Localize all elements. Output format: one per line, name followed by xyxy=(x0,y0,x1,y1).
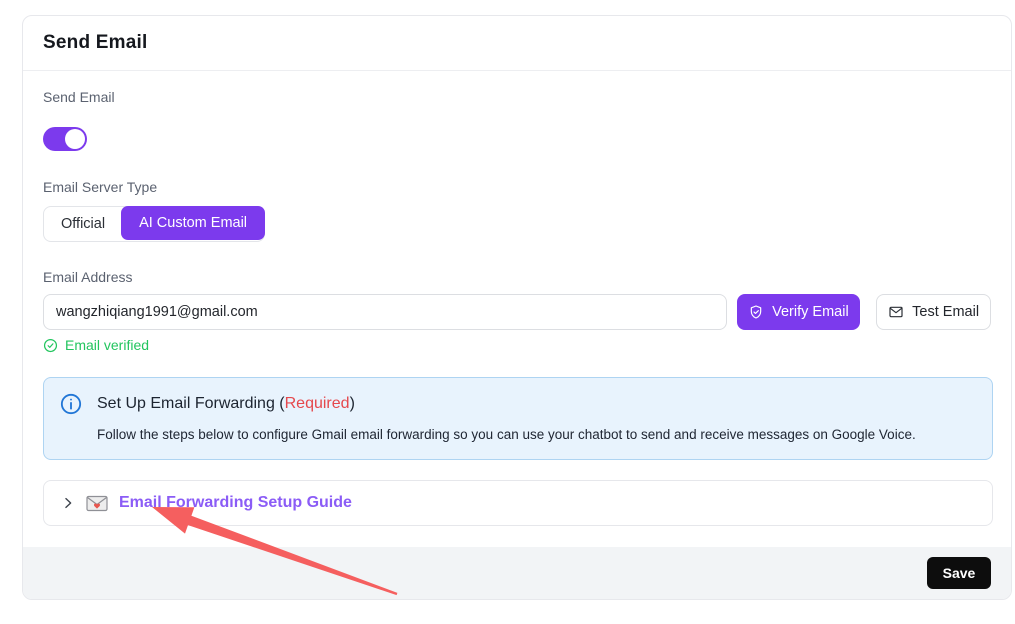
toggle-knob xyxy=(65,129,85,149)
card-footer: Save xyxy=(23,547,1011,599)
send-email-toggle[interactable] xyxy=(43,127,87,151)
email-row: Verify Email Test Email xyxy=(43,294,991,330)
card-header: Send Email xyxy=(23,16,1011,71)
test-email-label: Test Email xyxy=(912,304,979,320)
test-email-button[interactable]: Test Email xyxy=(876,294,991,330)
email-verified-text: Email verified xyxy=(65,337,149,353)
info-title: Set Up Email Forwarding (Required) xyxy=(97,395,355,413)
email-verified-status: Email verified xyxy=(43,337,991,353)
server-type-label: Email Server Type xyxy=(43,179,991,195)
verify-email-label: Verify Email xyxy=(772,304,849,320)
page-title: Send Email xyxy=(43,32,147,54)
email-address-input[interactable] xyxy=(43,294,727,330)
server-type-option-ai-custom[interactable]: AI Custom Email xyxy=(121,206,265,240)
server-type-segmented-control: Official AI Custom Email xyxy=(43,206,265,242)
required-badge: Required xyxy=(285,395,350,412)
save-button[interactable]: Save xyxy=(927,557,991,589)
guide-link-label[interactable]: Email Forwarding Setup Guide xyxy=(119,494,352,512)
email-forwarding-info-box: Set Up Email Forwarding (Required) Follo… xyxy=(43,377,993,460)
envelope-icon xyxy=(888,304,904,320)
chevron-right-icon[interactable] xyxy=(61,496,75,510)
info-body-text: Follow the steps below to configure Gmai… xyxy=(97,427,972,443)
info-title-row: Set Up Email Forwarding (Required) xyxy=(60,393,972,415)
send-email-toggle-label: Send Email xyxy=(43,89,991,105)
shield-check-icon xyxy=(748,304,764,320)
verify-email-button[interactable]: Verify Email xyxy=(737,294,861,330)
email-forwarding-guide-expander[interactable]: Email Forwarding Setup Guide xyxy=(43,480,993,526)
love-letter-envelope-icon xyxy=(86,495,108,512)
info-icon xyxy=(60,393,82,415)
send-email-card: Send Email Send Email Email Server Type … xyxy=(22,15,1012,600)
server-type-option-official[interactable]: Official xyxy=(44,207,122,241)
email-address-label: Email Address xyxy=(43,269,991,285)
check-circle-icon xyxy=(43,338,58,353)
card-body: Send Email Email Server Type Official AI… xyxy=(23,71,1011,547)
